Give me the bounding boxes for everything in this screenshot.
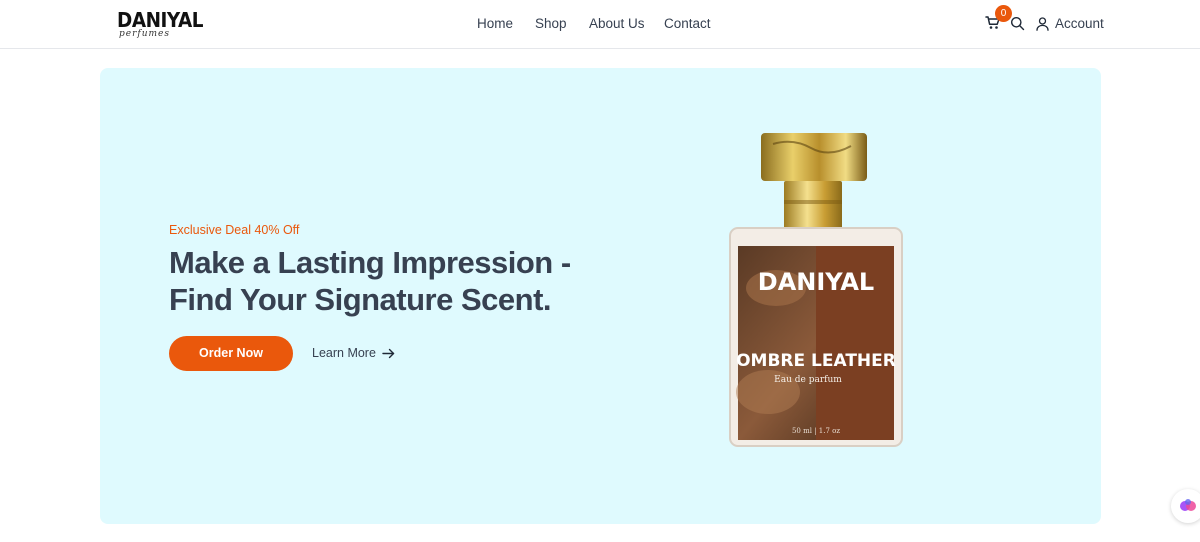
hero-banner: Exclusive Deal 40% Off Make a Lasting Im… xyxy=(100,68,1101,524)
user-icon xyxy=(1036,17,1049,31)
assistant-button[interactable] xyxy=(1171,489,1200,523)
perfume-bottle-illustration: DANIYAL OMBRE LEATHER Eau de parfum 50 m… xyxy=(729,133,903,447)
hero-headline-line1: Make a Lasting Impression - xyxy=(169,245,571,280)
search-icon xyxy=(1011,17,1025,31)
label-product-name: OMBRE LEATHER xyxy=(736,351,896,371)
learn-more-label: Learn More xyxy=(312,346,376,360)
label-brand: DANIYAL xyxy=(758,268,874,296)
label-product-type: Eau de parfum xyxy=(774,375,842,385)
label-volume: 50 ml | 1.7 oz xyxy=(792,427,840,435)
account-label: Account xyxy=(1055,16,1104,31)
arrow-right-icon xyxy=(382,348,395,358)
hero-headline-line2: Find Your Signature Scent. xyxy=(169,282,552,317)
product-image: DANIYAL OMBRE LEATHER Eau de parfum 50 m… xyxy=(728,130,904,450)
nav-about-us[interactable]: About Us xyxy=(589,16,645,32)
nav-shop[interactable]: Shop xyxy=(535,16,567,32)
site-header: DANIYAL perfumes Home Shop About Us Cont… xyxy=(0,0,1200,49)
learn-more-button[interactable]: Learn More xyxy=(312,345,395,361)
account-link[interactable]: Account xyxy=(1036,15,1104,33)
nav-contact[interactable]: Contact xyxy=(664,16,711,32)
search-button[interactable] xyxy=(1010,16,1025,31)
ai-assistant-icon xyxy=(1180,499,1196,511)
hero-headline: Make a Lasting Impression - Find Your Si… xyxy=(169,244,609,318)
hero-eyebrow: Exclusive Deal 40% Off xyxy=(169,223,300,237)
order-now-button[interactable]: Order Now xyxy=(169,336,293,371)
nav-home[interactable]: Home xyxy=(477,16,513,32)
